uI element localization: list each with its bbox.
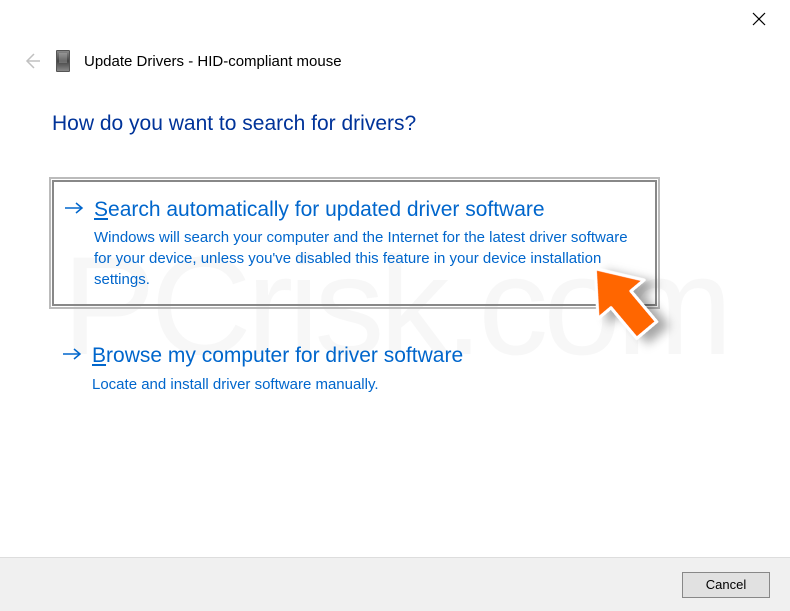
dialog-header: Update Drivers - HID-compliant mouse <box>20 50 342 72</box>
option-content: Search automatically for updated driver … <box>94 196 637 290</box>
option-description: Locate and install driver software manua… <box>92 374 639 395</box>
arrow-right-icon <box>62 346 82 362</box>
option-browse[interactable]: Browse my computer for driver software L… <box>52 328 657 408</box>
option-title: Search automatically for updated driver … <box>94 196 637 223</box>
back-arrow-icon <box>20 50 42 72</box>
option-description: Windows will search your computer and th… <box>94 227 637 290</box>
option-content: Browse my computer for driver software L… <box>92 342 639 394</box>
back-button <box>20 50 42 72</box>
option-search-auto[interactable]: Search automatically for updated driver … <box>52 180 657 306</box>
device-icon <box>56 50 70 72</box>
close-icon <box>752 12 766 26</box>
main-question: How do you want to search for drivers? <box>52 112 416 136</box>
options-list: Search automatically for updated driver … <box>52 180 657 431</box>
close-button[interactable] <box>752 12 772 32</box>
dialog-footer: Cancel <box>0 557 790 611</box>
option-title: Browse my computer for driver software <box>92 342 639 369</box>
cancel-button[interactable]: Cancel <box>682 572 770 598</box>
arrow-right-icon <box>64 200 84 216</box>
dialog-title: Update Drivers - HID-compliant mouse <box>84 53 342 70</box>
